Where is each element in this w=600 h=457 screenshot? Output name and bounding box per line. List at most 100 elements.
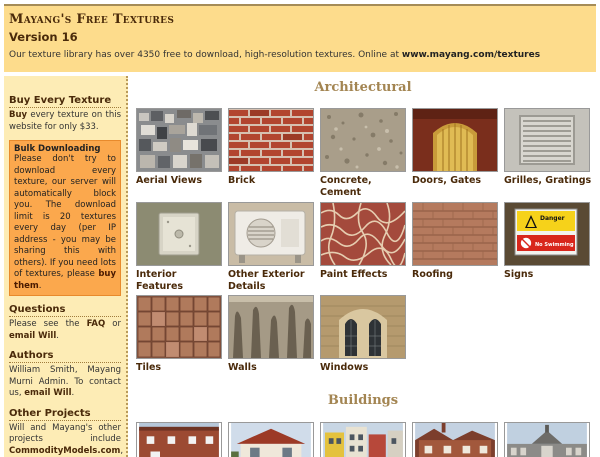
site-title[interactable]: Mayang's Free Textures <box>9 12 591 27</box>
questions-heading: Questions <box>9 304 121 317</box>
tile-aerial-views[interactable]: Aerial Views <box>136 108 224 187</box>
commodity-models-link[interactable]: CommodityModels.com <box>9 446 120 456</box>
thumbnail-aerial-views[interactable] <box>136 108 222 172</box>
tile-label[interactable]: Grilles, Gratings <box>504 175 592 187</box>
thumbnail-windows[interactable] <box>320 295 406 359</box>
tile-label[interactable]: Signs <box>504 269 592 281</box>
authors-heading: Authors <box>9 350 121 363</box>
thumbnail-paint-effects[interactable] <box>320 202 406 266</box>
site-header: Mayang's Free Textures Version 16 Our te… <box>4 4 596 72</box>
tile-label[interactable]: Aerial Views <box>136 175 224 187</box>
tile-building-2[interactable] <box>228 422 316 457</box>
sidebar: Buy Every Texture Buy every texture on t… <box>4 76 128 457</box>
tile-label[interactable]: Doors, Gates <box>412 175 500 187</box>
tile-signs[interactable]: Danger No Swimming Signs <box>504 202 592 281</box>
tile-grilles-gratings[interactable]: Grilles, Gratings <box>504 108 592 187</box>
tile-label[interactable]: Interior Features <box>136 269 224 293</box>
paint-effects-image <box>321 203 405 265</box>
tile-label[interactable]: Tiles <box>136 362 224 374</box>
thumbnail-roofing[interactable] <box>412 202 498 266</box>
site-url-link[interactable]: www.mayang.com/textures <box>402 50 540 60</box>
tile-label[interactable]: Other Exterior Details <box>228 269 316 293</box>
concrete-image <box>321 109 405 171</box>
buy-text: Buy every texture on this website for on… <box>9 110 121 133</box>
other-projects-heading: Other Projects <box>9 408 121 421</box>
brick-image <box>229 109 313 171</box>
tile-walls[interactable]: Walls <box>228 295 316 374</box>
tile-tiles[interactable]: Tiles <box>136 295 224 374</box>
bulk-downloading-text: Please don't try to download every textu… <box>14 154 116 292</box>
roofing-image <box>413 203 497 265</box>
other-projects-text: Will and Mayang's other projects include… <box>9 422 123 457</box>
tile-label[interactable]: Roofing <box>412 269 500 281</box>
building-4-image <box>415 423 495 457</box>
signs-image: Danger No Swimming <box>505 203 589 265</box>
bulk-downloading-notice: Bulk Downloading Please don't try to dow… <box>9 140 121 296</box>
thumbnail-tiles[interactable] <box>136 295 222 359</box>
thumbnail-walls[interactable] <box>228 295 314 359</box>
bulk-end: . <box>38 280 42 291</box>
questions-text: Please see the FAQ or email Will. <box>9 319 121 342</box>
thumbnail-building-2[interactable] <box>228 422 314 457</box>
tile-label[interactable]: Windows <box>320 362 408 374</box>
tile-roofing[interactable]: Roofing <box>412 202 500 281</box>
thumbnail-brick[interactable] <box>228 108 314 172</box>
other-body: Will and Mayang's other projects include <box>9 422 121 445</box>
main-content: Architectural Aerial Views Brick Concret… <box>132 76 600 457</box>
thumbnail-signs[interactable]: Danger No Swimming <box>504 202 590 266</box>
tile-brick[interactable]: Brick <box>228 108 316 187</box>
authors-period: . <box>71 388 75 398</box>
thumbnail-building-3[interactable] <box>320 422 406 457</box>
sign-danger-text: Danger <box>540 215 565 222</box>
doors-gates-image <box>413 109 497 171</box>
exterior-details-image <box>229 203 313 265</box>
tile-paint-effects[interactable]: Paint Effects <box>320 202 408 281</box>
tile-other-exterior-details[interactable]: Other Exterior Details <box>228 202 316 293</box>
thumbnail-building-5[interactable] <box>504 422 590 457</box>
thumbnail-other-exterior-details[interactable] <box>228 202 314 266</box>
tile-label[interactable]: Concrete, Cement <box>320 175 408 199</box>
tile-concrete-cement[interactable]: Concrete, Cement <box>320 108 408 199</box>
tile-label[interactable]: Walls <box>228 362 316 374</box>
interior-features-image <box>137 203 221 265</box>
tile-building-4[interactable] <box>412 422 500 457</box>
buy-link[interactable]: Buy <box>9 110 27 120</box>
tile-building-5[interactable] <box>504 422 592 457</box>
authors-section: Authors William Smith, Mayang Murni Admi… <box>9 350 121 400</box>
other-projects-section: Other Projects Will and Mayang's other p… <box>9 408 123 457</box>
tagline-text: Our texture library has over 4350 free t… <box>9 50 402 60</box>
tile-label[interactable]: Brick <box>228 175 316 187</box>
sign-no-swimming-text: No Swimming <box>535 242 574 248</box>
tile-interior-features[interactable]: Interior Features <box>136 202 224 293</box>
site-tagline: Our texture library has over 4350 free t… <box>9 50 591 60</box>
tile-windows[interactable]: Windows <box>320 295 408 374</box>
walls-image <box>229 296 313 358</box>
building-2-image <box>231 423 311 457</box>
tile-doors-gates[interactable]: Doors, Gates <box>412 108 500 187</box>
building-3-image <box>323 423 403 457</box>
email-will-link[interactable]: email Will <box>9 331 56 341</box>
questions-body: Please see the <box>9 319 87 329</box>
building-5-image <box>507 423 587 457</box>
thumbnail-concrete-cement[interactable] <box>320 108 406 172</box>
thumbnail-doors-gates[interactable] <box>412 108 498 172</box>
questions-or: or <box>105 319 121 329</box>
questions-period: . <box>56 330 59 341</box>
tile-building-1[interactable] <box>136 422 224 457</box>
grilles-image <box>505 109 589 171</box>
tile-building-3[interactable] <box>320 422 408 457</box>
aerial-views-image <box>137 109 221 171</box>
authors-text: William Smith, Mayang Murni Admin. To co… <box>9 365 121 400</box>
tile-label[interactable]: Paint Effects <box>320 269 408 281</box>
thumbnail-building-4[interactable] <box>412 422 498 457</box>
buy-every-texture-heading: Buy Every Texture <box>9 95 121 108</box>
thumbnail-interior-features[interactable] <box>136 202 222 266</box>
faq-link[interactable]: FAQ <box>87 319 106 329</box>
building-1-image <box>139 423 219 457</box>
questions-section: Questions Please see the FAQ or email Wi… <box>9 304 121 342</box>
thumbnail-building-1[interactable] <box>136 422 222 457</box>
authors-email-link[interactable]: email Will <box>24 388 71 398</box>
thumbnail-grilles-gratings[interactable] <box>504 108 590 172</box>
bulk-downloading-heading: Bulk Downloading <box>14 144 101 154</box>
category-title-buildings: Buildings <box>327 393 399 408</box>
